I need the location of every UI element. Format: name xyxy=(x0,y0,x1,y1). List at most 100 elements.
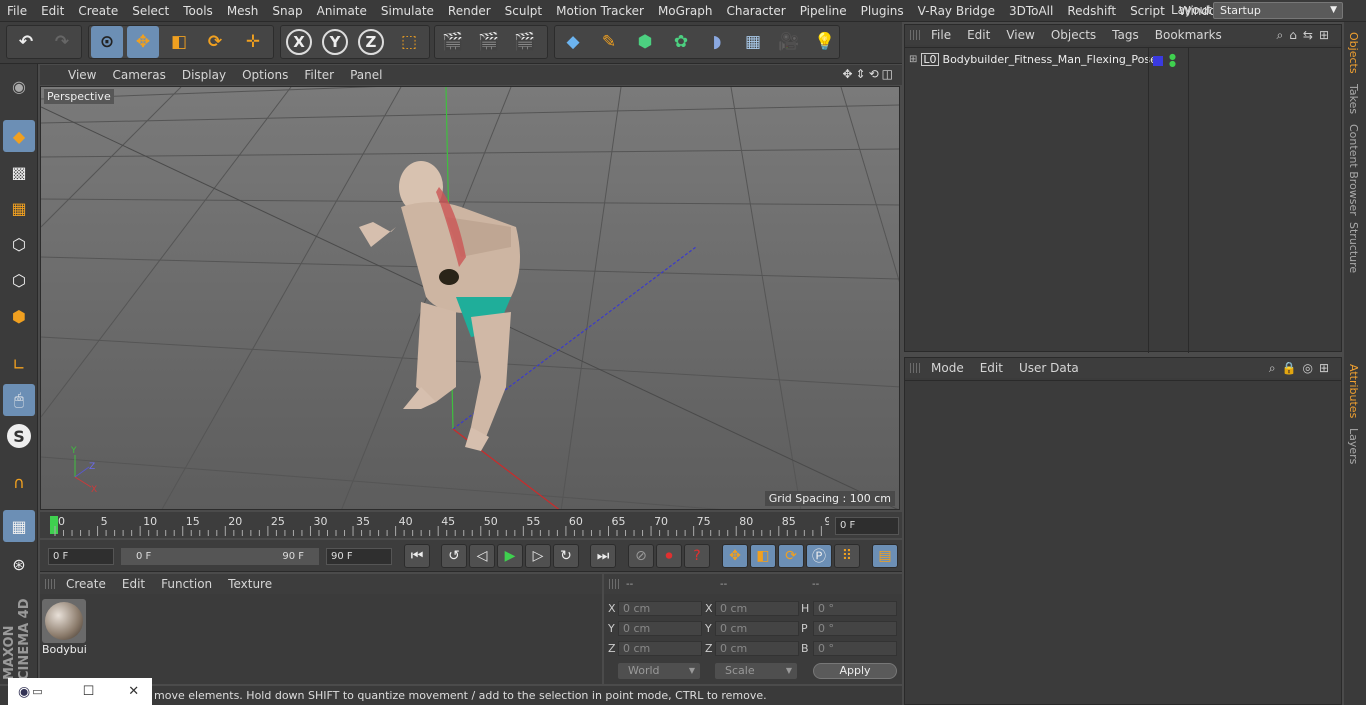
menu-edit[interactable]: Edit xyxy=(34,0,71,22)
frame-range-slider[interactable]: 0 F 90 F xyxy=(121,548,319,565)
objects-menu-objects[interactable]: Objects xyxy=(1043,28,1104,42)
autokey-icon[interactable]: ⏺ xyxy=(656,544,682,568)
snap-magnet-icon[interactable]: ∩ xyxy=(3,466,35,498)
objects-menu-file[interactable]: File xyxy=(923,28,959,42)
axis-mode-icon[interactable]: ∟ xyxy=(3,348,35,380)
layout-dropdown[interactable]: Startup ▼ xyxy=(1213,2,1343,19)
menu-plugins[interactable]: Plugins xyxy=(854,0,911,22)
edges-mode-icon[interactable]: ⬡ xyxy=(3,264,35,296)
key-scale-icon[interactable]: ◧ xyxy=(750,544,776,568)
objects-menu-view[interactable]: View xyxy=(998,28,1042,42)
camera-icon[interactable]: 🎥 xyxy=(773,26,805,58)
position-x-field[interactable]: 0 cm xyxy=(618,601,702,616)
tab-objects[interactable]: Objects xyxy=(1347,32,1360,74)
render-settings-icon[interactable]: 🎬 xyxy=(509,26,541,58)
prev-frame-icon[interactable]: ◁ xyxy=(469,544,495,568)
layer-color-swatch[interactable] xyxy=(1153,56,1163,66)
menu-3dtoall[interactable]: 3DToAll xyxy=(1002,0,1060,22)
restore-icon[interactable]: ▭ xyxy=(32,685,42,698)
floor-icon[interactable]: ▦ xyxy=(737,26,769,58)
material-menu-texture[interactable]: Texture xyxy=(220,577,280,591)
points-mode-icon[interactable]: ⬡ xyxy=(3,228,35,260)
model-mode-icon[interactable]: ◆ xyxy=(3,120,35,152)
next-frame-icon[interactable]: ▷ xyxy=(525,544,551,568)
material-menu-function[interactable]: Function xyxy=(153,577,220,591)
position-z-field[interactable]: 0 cm xyxy=(618,641,702,656)
deformer-icon[interactable]: ◗ xyxy=(701,26,733,58)
tab-content-browser[interactable]: Content Browser xyxy=(1347,124,1360,216)
size-mode-dropdown[interactable]: Scale ▼ xyxy=(715,663,797,679)
go-to-start-icon[interactable]: ⏮ xyxy=(404,544,430,568)
coordinate-system-icon[interactable]: ⬚ xyxy=(393,26,425,58)
rotation-h-field[interactable]: 0 ° xyxy=(813,601,897,616)
coordinate-mode-dropdown[interactable]: World ▼ xyxy=(618,663,700,679)
pen-spline-icon[interactable]: ✎ xyxy=(593,26,625,58)
object-row[interactable]: ⊞ L0 Bodybuilder_Fitness_Man_Flexing_Pos… xyxy=(909,53,1157,66)
viewport-menu-view[interactable]: View xyxy=(60,68,104,82)
menu-script[interactable]: Script xyxy=(1123,0,1172,22)
menu-character[interactable]: Character xyxy=(719,0,792,22)
key-rotation-icon[interactable]: ⟳ xyxy=(778,544,804,568)
play-icon[interactable]: ▶ xyxy=(497,544,523,568)
objects-menu-tags[interactable]: Tags xyxy=(1104,28,1147,42)
prev-key-icon[interactable]: ↺ xyxy=(441,544,467,568)
menu-redshift[interactable]: Redshift xyxy=(1060,0,1123,22)
cloner-icon[interactable]: ✿ xyxy=(665,26,697,58)
timeline-window-icon[interactable]: ▤ xyxy=(872,544,898,568)
playhead[interactable] xyxy=(50,516,58,534)
keyframe-selection-icon[interactable]: ? xyxy=(684,544,710,568)
viewport-menu-options[interactable]: Options xyxy=(234,68,296,82)
end-frame-field[interactable]: 90 F xyxy=(326,548,392,565)
attributes-menu-mode[interactable]: Mode xyxy=(923,361,972,375)
attributes-menu-user-data[interactable]: User Data xyxy=(1011,361,1087,375)
material-thumbnail[interactable] xyxy=(42,599,86,643)
rotation-b-field[interactable]: 0 ° xyxy=(813,641,897,656)
workplane-icon[interactable]: ▦ xyxy=(3,192,35,224)
close-icon[interactable]: ✕ xyxy=(128,684,139,699)
objects-menu-bookmarks[interactable]: Bookmarks xyxy=(1147,28,1230,42)
go-to-end-icon[interactable]: ⏭ xyxy=(590,544,616,568)
menu-simulate[interactable]: Simulate xyxy=(374,0,441,22)
transform-tool-icon[interactable]: ✛ xyxy=(237,26,269,58)
menu-v-ray-bridge[interactable]: V-Ray Bridge xyxy=(911,0,1002,22)
subdivision-icon[interactable]: ⬢ xyxy=(629,26,661,58)
redo-icon[interactable]: ↷ xyxy=(46,26,78,58)
viewport-camera-label[interactable]: Perspective xyxy=(44,89,114,104)
menu-create[interactable]: Create xyxy=(71,0,125,22)
polygons-mode-icon[interactable]: ⬢ xyxy=(3,300,35,332)
menu-mesh[interactable]: Mesh xyxy=(220,0,266,22)
move-tool-icon[interactable]: ✥ xyxy=(127,26,159,58)
tab-structure[interactable]: Structure xyxy=(1347,222,1360,273)
rotation-p-field[interactable]: 0 ° xyxy=(813,621,897,636)
next-key-icon[interactable]: ↻ xyxy=(553,544,579,568)
tweak-mode-icon[interactable]: 🖱 xyxy=(3,384,35,416)
undo-icon[interactable]: ↶ xyxy=(10,26,42,58)
render-view-icon[interactable]: 🎬 xyxy=(437,26,469,58)
viewport-menu-cameras[interactable]: Cameras xyxy=(104,68,173,82)
viewport-navigation-icons[interactable]: ✥⇕⟲◫ xyxy=(842,67,896,81)
scale-tool-icon[interactable]: ◧ xyxy=(163,26,195,58)
menu-sculpt[interactable]: Sculpt xyxy=(498,0,549,22)
menu-snap[interactable]: Snap xyxy=(265,0,309,22)
menu-tools[interactable]: Tools xyxy=(176,0,220,22)
menu-select[interactable]: Select xyxy=(125,0,176,22)
viewport-menu-filter[interactable]: Filter xyxy=(296,68,342,82)
make-editable-icon[interactable]: ◉ xyxy=(3,70,35,102)
record-keys-icon[interactable]: ⊘ xyxy=(628,544,654,568)
viewport-menu-display[interactable]: Display xyxy=(174,68,234,82)
apply-button[interactable]: Apply xyxy=(813,663,897,679)
attributes-menu-edit[interactable]: Edit xyxy=(972,361,1011,375)
tab-layers[interactable]: Layers xyxy=(1347,428,1360,464)
texture-mode-icon[interactable]: ▩ xyxy=(3,156,35,188)
size-z-field[interactable]: 0 cm xyxy=(715,641,799,656)
rotate-tool-icon[interactable]: ⟳ xyxy=(199,26,231,58)
visibility-dots-icon[interactable]: ● ● xyxy=(1169,53,1176,68)
solo-icon[interactable]: S xyxy=(3,420,35,452)
size-x-field[interactable]: 0 cm xyxy=(715,601,799,616)
cube-icon[interactable]: ◆ xyxy=(557,26,589,58)
menu-render[interactable]: Render xyxy=(441,0,498,22)
menu-motion-tracker[interactable]: Motion Tracker xyxy=(549,0,651,22)
live-selection-icon[interactable]: ⊙ xyxy=(91,26,123,58)
timeline[interactable]: 0 5 10 15 20 25 30 35 40 45 50 55 60 65 70 75 80 85 90 0 F xyxy=(40,512,902,538)
menu-pipeline[interactable]: Pipeline xyxy=(793,0,854,22)
